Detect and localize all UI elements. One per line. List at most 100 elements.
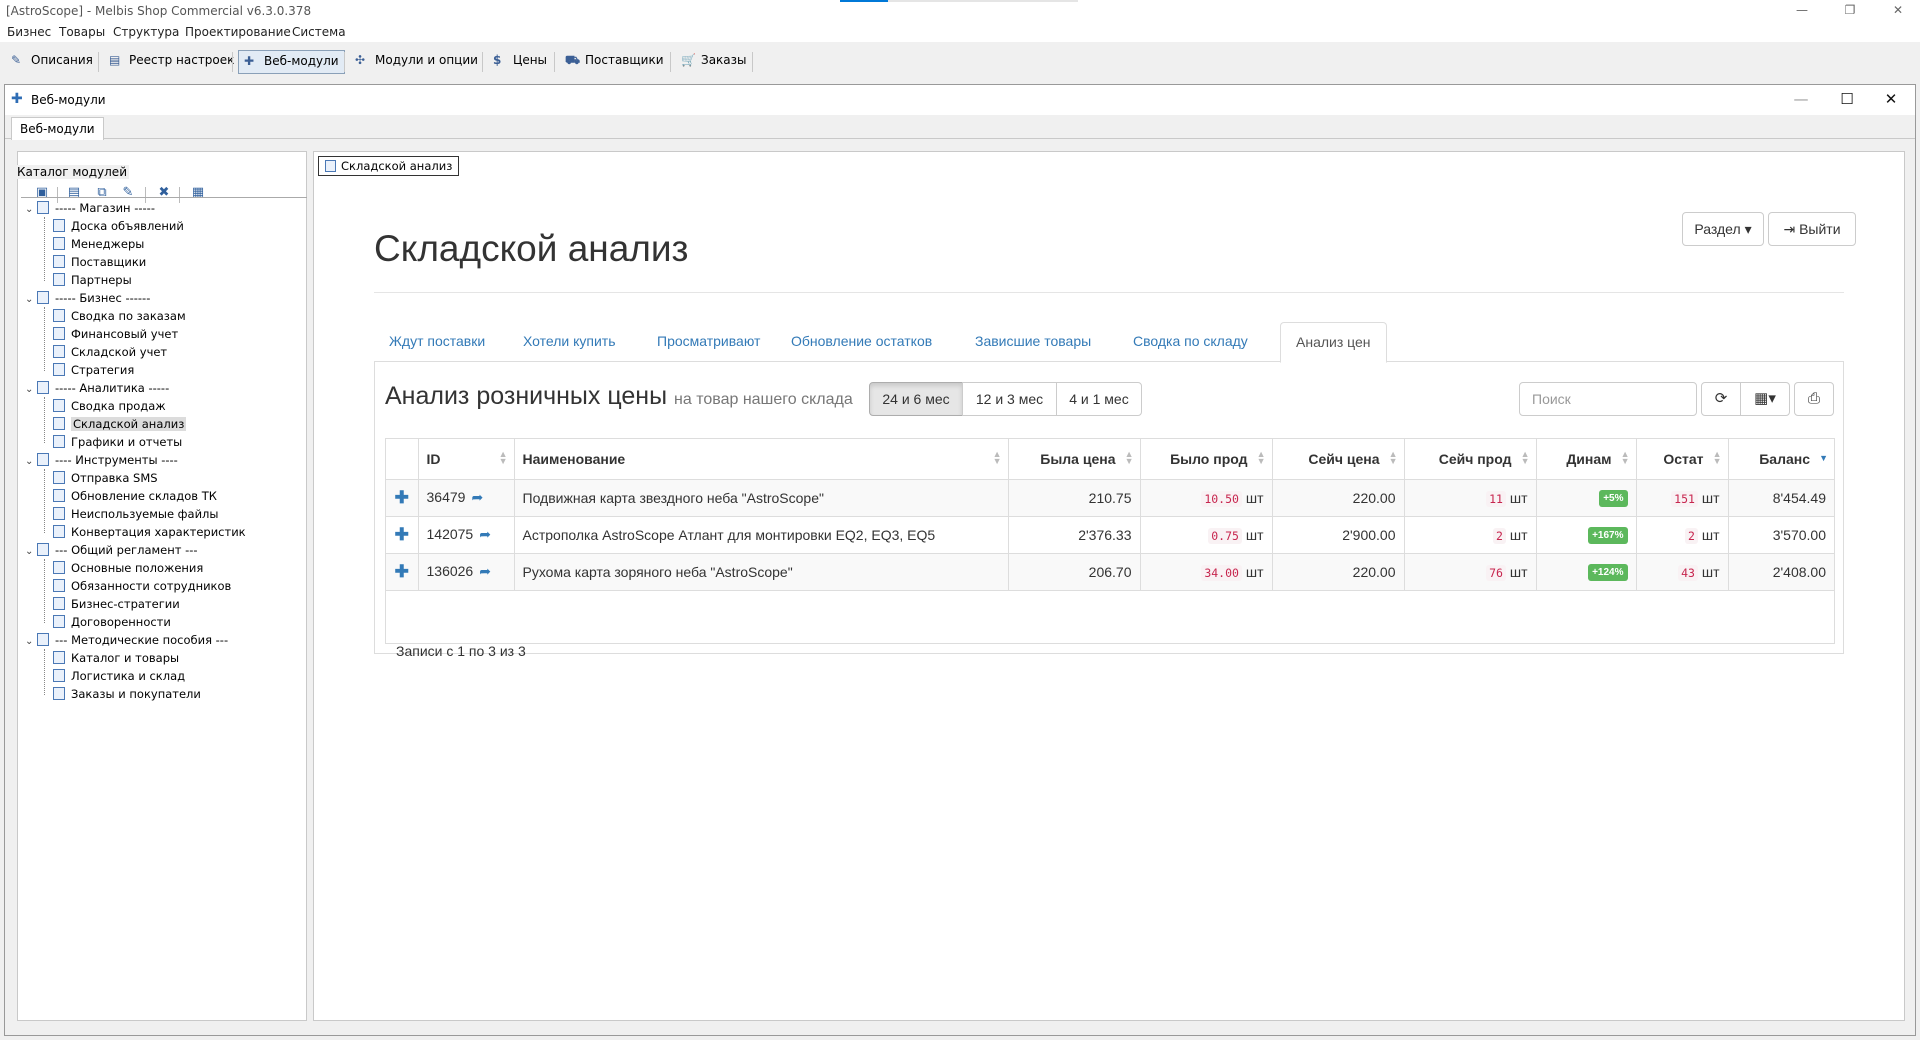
toolbar-prices-button[interactable]: $ Цены xyxy=(488,50,552,74)
inner-tab-label: Складской анализ xyxy=(341,159,453,173)
tree-item[interactable]: Сводка продаж xyxy=(53,399,166,417)
cell-stock: 2 шт xyxy=(1636,516,1729,554)
menu-structure[interactable]: Структура xyxy=(113,25,179,39)
tree-item[interactable]: Заказы и покупатели xyxy=(53,687,201,705)
column-label: Остат xyxy=(1663,450,1704,467)
period-12-3-button[interactable]: 12 и 3 мес xyxy=(962,382,1057,416)
menu-design[interactable]: Проектирование xyxy=(185,25,291,39)
expand-row-icon[interactable]: ✚ xyxy=(386,516,419,554)
tree-item[interactable]: Сводка по заказам xyxy=(53,309,186,327)
column-header-dynamic[interactable]: Динам ▲ ▼ xyxy=(1536,439,1637,480)
column-header-balance[interactable]: Баланс ▼ xyxy=(1728,439,1834,480)
delete-module-icon[interactable]: ✖ xyxy=(155,185,173,203)
toolbar-separator xyxy=(554,52,555,72)
tab-awaiting-supply[interactable]: Ждут поставки xyxy=(374,322,500,362)
open-link-icon[interactable]: ➦ xyxy=(471,489,483,505)
print-button[interactable]: ⎙ xyxy=(1794,382,1834,416)
sort-icon: ▲ ▼ xyxy=(1712,449,1722,466)
expand-chevron-icon[interactable]: ⌄ xyxy=(25,546,37,557)
column-header-name[interactable]: Наименование ▲ ▼ xyxy=(514,439,1009,480)
period-4-1-button[interactable]: 4 и 1 мес xyxy=(1056,382,1142,416)
tree-item[interactable]: Складской анализ xyxy=(53,417,187,435)
refresh-button[interactable]: ⟳ xyxy=(1701,382,1741,416)
tab-wanted[interactable]: Хотели купить xyxy=(508,322,631,362)
tab-stock-update[interactable]: Обновление остатков xyxy=(776,322,947,362)
close-button[interactable]: ✕ xyxy=(1876,0,1920,22)
period-24-6-button[interactable]: 24 и 6 мес xyxy=(869,382,963,416)
expand-row-icon[interactable]: ✚ xyxy=(386,479,419,517)
expand-chevron-icon[interactable]: ⌄ xyxy=(25,636,37,647)
tree-item[interactable]: Графики и отчеты xyxy=(53,435,182,453)
tree-item[interactable]: Доска объявлений xyxy=(53,219,184,237)
tree-item[interactable]: Обновление складов ТК xyxy=(53,489,217,507)
cell-id: 36479 ➦ xyxy=(418,479,515,517)
open-link-icon[interactable]: ➦ xyxy=(479,526,491,542)
tree-item-label: Логистика и склад xyxy=(71,669,186,683)
column-header-old-sold[interactable]: Было прод ▲ ▼ xyxy=(1140,439,1273,480)
columns-button[interactable]: ▦▾ xyxy=(1740,382,1790,416)
tree-item[interactable]: Складской учет xyxy=(53,345,167,363)
tree-item[interactable]: Основные положения xyxy=(53,561,203,579)
document-icon xyxy=(53,255,65,268)
exit-button[interactable]: ⇥ Выйти xyxy=(1768,212,1856,246)
tree-group-item[interactable]: ⌄ --- Методические пособия --- xyxy=(25,633,228,651)
tree-item[interactable]: Менеджеры xyxy=(53,237,144,255)
column-header-id[interactable]: ID ▲ ▼ xyxy=(418,439,515,480)
tree-group-item[interactable]: ⌄ ---- Инструменты ---- xyxy=(25,453,178,471)
table-row[interactable]: ✚ 36479 ➦ Подвижная карта звездного неба "A… xyxy=(386,479,1834,517)
tree-item[interactable]: Поставщики xyxy=(53,255,146,273)
properties-icon[interactable]: ▦ xyxy=(189,185,207,203)
cell-stock: 151 шт xyxy=(1636,479,1729,517)
toolbar-modules-button[interactable]: ✣ Модули и опции xyxy=(350,50,483,74)
tree-group-item[interactable]: ⌄ ----- Аналитика ----- xyxy=(25,381,169,399)
tab-viewing[interactable]: Просматривают xyxy=(642,322,775,362)
section-button[interactable]: Раздел ▾ xyxy=(1682,212,1764,246)
tree-item[interactable]: Договоренности xyxy=(53,615,171,633)
tree-item[interactable]: Партнеры xyxy=(53,273,132,291)
expand-chevron-icon[interactable]: ⌄ xyxy=(25,384,37,395)
menu-business[interactable]: Бизнес xyxy=(7,25,51,39)
menu-goods[interactable]: Товары xyxy=(59,25,105,39)
column-header-new-price[interactable]: Сейч цена ▲ ▼ xyxy=(1272,439,1405,480)
tree-item[interactable]: Обязанности сотрудников xyxy=(53,579,231,597)
tab-price-analysis[interactable]: Анализ цен xyxy=(1280,322,1387,363)
expand-chevron-icon[interactable]: ⌄ xyxy=(25,294,37,305)
toolbar-suppliers-button[interactable]: ⛟ Поставщики xyxy=(560,50,669,74)
child-maximize-button[interactable]: ☐ xyxy=(1827,90,1867,108)
tree-item[interactable]: Каталог и товары xyxy=(53,651,179,669)
tree-item[interactable]: Бизнес-стратегии xyxy=(53,597,180,615)
toolbar-webmodules-button[interactable]: ✚ Веб-модули xyxy=(238,50,345,74)
tree-group-item[interactable]: ⌄ --- Общий регламент --- xyxy=(25,543,198,561)
child-minimize-button[interactable]: — xyxy=(1781,90,1821,108)
toolbar-descriptions-button[interactable]: ✎ Описания xyxy=(6,50,98,74)
column-header-old-price[interactable]: Была цена ▲ ▼ xyxy=(1008,439,1141,480)
expand-row-icon[interactable]: ✚ xyxy=(386,553,419,591)
tree-item[interactable]: Стратегия xyxy=(53,363,134,381)
menu-system[interactable]: Система xyxy=(292,25,346,39)
registry-icon: ▤ xyxy=(109,53,121,67)
toolbar-orders-button[interactable]: 🛒 Заказы xyxy=(676,50,752,74)
document-icon xyxy=(53,417,65,430)
open-link-icon[interactable]: ➦ xyxy=(479,563,491,579)
expand-chevron-icon[interactable]: ⌄ xyxy=(25,204,37,215)
tree-item[interactable]: Логистика и склад xyxy=(53,669,185,687)
tree-item[interactable]: Неиспользуемые файлы xyxy=(53,507,218,525)
tab-stock-summary[interactable]: Сводка по складу xyxy=(1118,322,1263,362)
child-close-button[interactable]: ✕ xyxy=(1871,90,1911,108)
column-header-new-sold[interactable]: Сейч прод ▲ ▼ xyxy=(1404,439,1537,480)
restore-button[interactable]: ❐ xyxy=(1828,0,1872,22)
tab-stale-goods[interactable]: Зависшие товары xyxy=(960,322,1106,362)
app-title: [AstroScope] - Melbis Shop Commercial v6… xyxy=(6,4,312,18)
tab-warehouse-analysis[interactable]: Складской анализ xyxy=(318,156,460,176)
toolbar-registry-button[interactable]: ▤ Реестр настроек xyxy=(104,50,239,74)
table-row[interactable]: ✚ 142075 ➦ Астрополка AstroScope Атлант для… xyxy=(386,516,1834,554)
tree-item[interactable]: Конвертация характеристик xyxy=(53,525,246,543)
tree-item[interactable]: Отправка SMS xyxy=(53,471,158,489)
table-row[interactable]: ✚ 136026 ➦ Рухома карта зоряного неба "Astr… xyxy=(386,553,1834,591)
column-header-stock[interactable]: Остат ▲ ▼ xyxy=(1636,439,1729,480)
tab-webmodules[interactable]: Веб-модули xyxy=(11,117,104,140)
expand-chevron-icon[interactable]: ⌄ xyxy=(25,456,37,467)
tree-item[interactable]: Финансовый учет xyxy=(53,327,178,345)
search-input[interactable]: Поиск xyxy=(1519,382,1697,416)
minimize-button[interactable]: — xyxy=(1780,0,1824,22)
